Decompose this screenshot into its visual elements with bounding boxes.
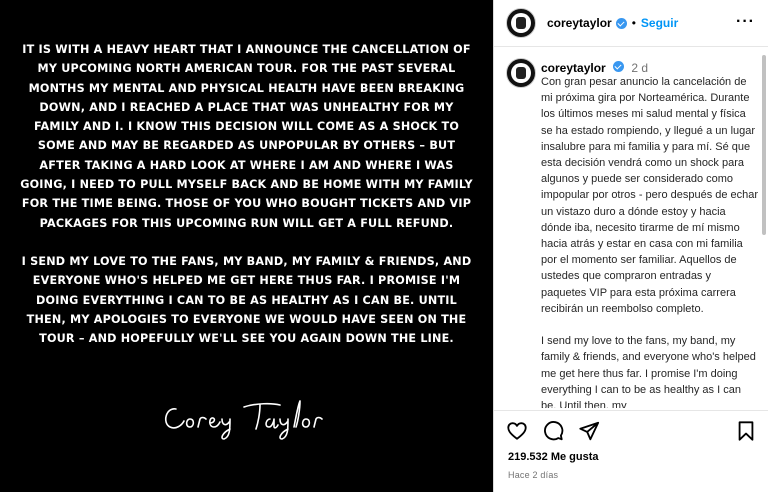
announcement-paragraph-2: I SEND MY LOVE TO THE FANS, MY BAND, MY … <box>21 254 472 346</box>
header-username[interactable]: coreytaylor <box>547 16 612 30</box>
likes-label: Me gusta <box>550 451 599 463</box>
caption-username[interactable]: coreytaylor <box>541 61 606 75</box>
post-header: coreytaylor • Seguir ··· <box>494 0 768 47</box>
avatar[interactable] <box>506 8 536 38</box>
post-side-panel: coreytaylor • Seguir ··· coreytaylor 2 d… <box>493 0 768 492</box>
post-image[interactable]: IT IS WITH A HEAVY HEART THAT I ANNOUNCE… <box>0 0 493 492</box>
announcement-paragraph-1: IT IS WITH A HEAVY HEART THAT I ANNOUNCE… <box>20 43 473 230</box>
heart-icon[interactable] <box>506 420 528 442</box>
caption-avatar[interactable] <box>506 58 536 88</box>
signature-image <box>164 400 323 440</box>
posted-time[interactable]: Hace 2 días <box>508 470 558 480</box>
avatar-image <box>511 63 531 83</box>
post-actions: 219.532 Me gusta Hace 2 días <box>494 410 768 492</box>
verified-badge-icon <box>613 61 625 72</box>
follow-button[interactable]: Seguir <box>641 16 678 30</box>
caption-text: Con gran pesar anuncio la cancelación de… <box>541 76 759 408</box>
bookmark-icon[interactable] <box>735 420 757 442</box>
likes-number: 219.532 <box>508 451 548 463</box>
caption-time[interactable]: 2 d <box>631 61 648 75</box>
scrollbar-thumb[interactable] <box>762 55 766 235</box>
share-icon[interactable] <box>578 420 600 442</box>
comment-icon[interactable] <box>542 420 564 442</box>
likes-count[interactable]: 219.532 Me gusta <box>508 451 599 463</box>
action-icons <box>506 420 600 442</box>
caption-scrollbar[interactable] <box>762 55 766 405</box>
separator-dot: • <box>631 16 636 30</box>
announcement-text: IT IS WITH A HEAVY HEART THAT I ANNOUNCE… <box>18 40 475 348</box>
caption-area[interactable]: coreytaylor 2 d Con gran pesar anuncio l… <box>494 48 768 408</box>
more-options-icon[interactable]: ··· <box>736 14 755 30</box>
avatar-image <box>511 13 531 33</box>
caption-meta: coreytaylor 2 d <box>541 61 648 75</box>
verified-badge-icon <box>615 17 627 29</box>
